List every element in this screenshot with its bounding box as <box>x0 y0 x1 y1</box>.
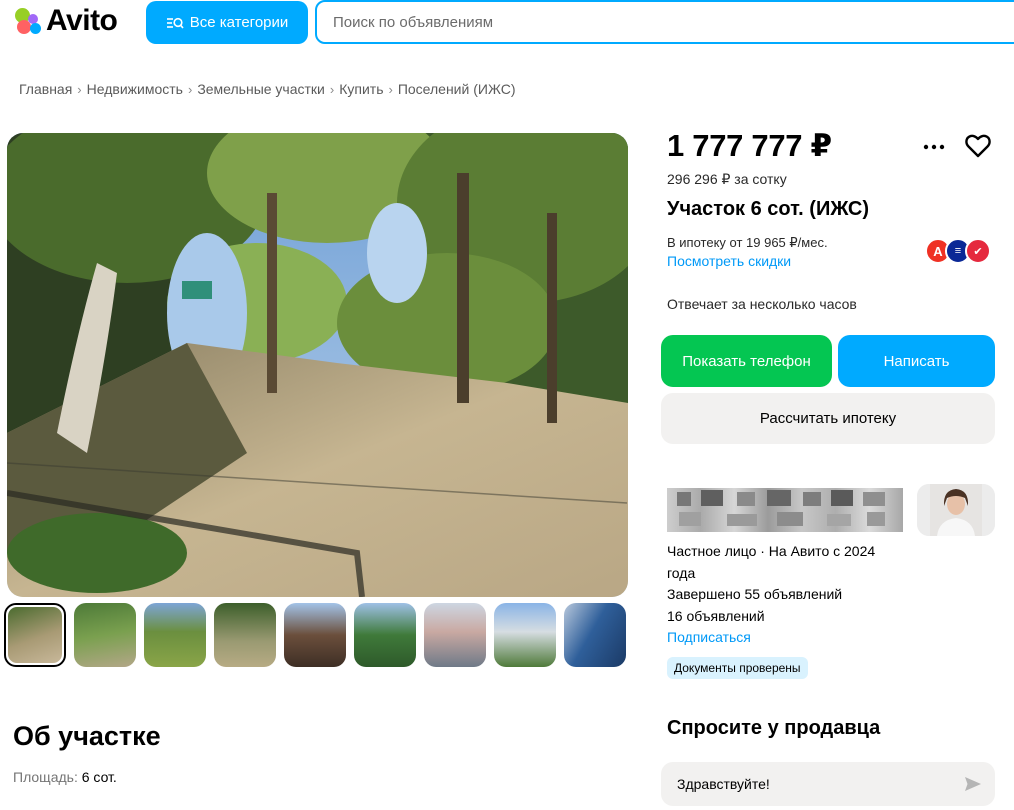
seller-name-blurred[interactable] <box>667 488 903 532</box>
response-time: Отвечает за несколько часов <box>667 296 857 312</box>
mortgage-text: В ипотеку от 19 965 ₽/мес. <box>667 235 828 250</box>
main-photo[interactable] <box>7 133 628 597</box>
all-categories-button[interactable]: Все категории <box>146 1 308 44</box>
seller-completed: Завершено 55 объявлений <box>667 586 843 602</box>
avito-logo[interactable]: Avito <box>13 4 118 37</box>
thumbnail[interactable] <box>214 603 276 667</box>
discounts-link[interactable]: Посмотреть скидки <box>667 253 791 269</box>
more-options-icon[interactable] <box>921 142 947 152</box>
area-row: Площадь: 6 сот. <box>13 769 117 785</box>
breadcrumb-separator-icon: › <box>187 81 193 97</box>
thumbnail[interactable] <box>424 603 486 667</box>
send-icon[interactable] <box>963 774 983 794</box>
breadcrumb: Главная › Недвижимость › Земельные участ… <box>19 81 515 97</box>
photo-thumbnails <box>4 603 626 667</box>
seller-info: Частное лицо · На Авито с 2024 года Заве… <box>667 541 907 649</box>
search-box[interactable] <box>315 0 1014 44</box>
thumbnail[interactable] <box>354 603 416 667</box>
breadcrumb-item[interactable]: Купить <box>339 81 383 97</box>
favorite-heart-icon[interactable] <box>964 133 992 159</box>
seller-active-listings[interactable]: 16 объявлений <box>667 606 907 628</box>
write-message-button[interactable]: Написать <box>838 335 995 387</box>
area-value: 6 сот. <box>81 769 117 785</box>
documents-verified-badge[interactable]: Документы проверены <box>667 657 808 679</box>
thumbnail[interactable] <box>284 603 346 667</box>
all-categories-label: Все категории <box>189 14 289 31</box>
categories-search-icon <box>166 17 184 29</box>
thumbnail[interactable] <box>144 603 206 667</box>
thumbnail[interactable] <box>4 603 66 667</box>
thumbnail[interactable] <box>494 603 556 667</box>
breadcrumb-item[interactable]: Главная <box>19 81 72 97</box>
calculate-mortgage-button[interactable]: Рассчитать ипотеку <box>661 393 995 444</box>
sovcombank-icon: ✔ <box>965 238 991 264</box>
about-title: Об участке <box>13 721 161 751</box>
ask-message-input[interactable]: Здравствуйте! <box>661 762 995 806</box>
listing-title: Участок 6 сот. (ИЖС) <box>667 198 870 220</box>
logo-text: Avito <box>46 4 118 37</box>
header: Avito Все категории <box>0 0 1014 44</box>
breadcrumb-separator-icon: › <box>329 81 335 97</box>
subscribe-link[interactable]: Подписаться <box>667 627 907 649</box>
logo-dots-icon <box>13 6 45 36</box>
ask-message-text: Здравствуйте! <box>677 776 770 792</box>
bank-logos[interactable]: А ≡ ✔ <box>925 238 991 264</box>
thumbnail[interactable] <box>74 603 136 667</box>
breadcrumb-item[interactable]: Поселений (ИЖС) <box>398 81 516 97</box>
breadcrumb-separator-icon: › <box>388 81 393 97</box>
breadcrumb-item[interactable]: Недвижимость <box>87 81 183 97</box>
seller-avatar[interactable] <box>917 484 995 536</box>
breadcrumb-item[interactable]: Земельные участки <box>197 81 325 97</box>
search-input[interactable] <box>333 13 1014 31</box>
area-label: Площадь: <box>13 769 78 785</box>
show-phone-button[interactable]: Показать телефон <box>661 335 832 387</box>
thumbnail[interactable] <box>564 603 626 667</box>
price: 1 777 777 ₽ <box>667 128 832 163</box>
breadcrumb-separator-icon: › <box>77 81 82 97</box>
avatar-photo-icon <box>917 484 995 536</box>
ask-seller-title: Спросите у продавца <box>667 717 881 739</box>
price-per-sotka: 296 296 ₽ за сотку <box>667 171 787 187</box>
seller-type-since: Частное лицо · На Авито с 2024 года <box>667 543 876 581</box>
